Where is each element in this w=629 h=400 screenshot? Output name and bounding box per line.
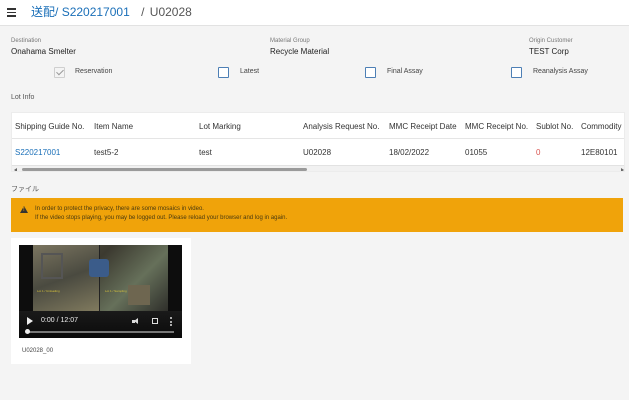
blue-container-shape <box>89 259 109 277</box>
checkbox-icon <box>365 67 376 78</box>
material-group-value: Recycle Material <box>270 47 330 56</box>
play-icon[interactable] <box>27 317 33 325</box>
video-time: 0:00 / 12:07 <box>41 317 78 324</box>
origin-customer-value: TEST Corp <box>529 47 569 56</box>
scrollbar-thumb[interactable] <box>22 168 307 171</box>
warning-icon <box>20 206 28 213</box>
lot-info-table: Shipping Guide No. Item Name Lot Marking… <box>11 112 625 172</box>
files-title: ファイル <box>11 186 39 193</box>
material-group-field: Material Group Recycle Material <box>270 37 329 57</box>
table-cell: test <box>199 148 212 157</box>
shipping-guide-link[interactable]: S220217001 <box>15 148 60 157</box>
scroll-left-icon[interactable] <box>14 168 17 171</box>
breadcrumb-current: U02028 <box>149 5 192 19</box>
breadcrumb: 送配/ S220217001 / U02028 <box>31 4 192 20</box>
more-options-icon[interactable] <box>170 317 172 326</box>
cage-shape <box>41 253 63 279</box>
column-header: Commodity <box>581 122 622 131</box>
column-header: MMC Receipt No. <box>465 122 529 131</box>
table-cell: U02028 <box>303 148 332 157</box>
reanalysis-assay-label: Reanalysis Assay <box>533 68 588 75</box>
warning-line-2: If the video stops playing, you may be l… <box>35 215 288 221</box>
checked-checkbox-icon <box>54 67 65 78</box>
fullscreen-icon[interactable] <box>152 318 158 324</box>
camera-view-left <box>33 245 100 311</box>
table-cell: 18/02/2022 <box>389 148 430 157</box>
destination-label: Destination <box>11 38 42 44</box>
video-player[interactable]: Lot 1 / Unloading Lot 1 / Sampling 0:00 … <box>19 245 182 338</box>
checkbox-icon <box>218 67 229 78</box>
sublot-cell: 0 <box>536 148 541 157</box>
video-controls: 0:00 / 12:07 <box>19 311 182 338</box>
column-header: Sublot No. <box>536 122 574 131</box>
lot-info-title: Lot Info <box>11 94 35 101</box>
warning-line-1: In order to protect the privacy, there a… <box>35 206 204 212</box>
breadcrumb-shipping[interactable]: 送配/ <box>31 5 58 19</box>
final-assay-label: Final Assay <box>387 68 423 75</box>
table-cell: test5-2 <box>94 148 119 157</box>
table-cell: 01055 <box>465 148 488 157</box>
breadcrumb-shipping-guide[interactable]: S220217001 <box>62 5 130 19</box>
video-progress-bar[interactable] <box>25 329 174 334</box>
reservation-label: Reservation <box>75 68 113 75</box>
overlay-tag-right: Lot 1 / Sampling <box>105 289 127 293</box>
origin-customer-label: Origin Customer <box>529 38 573 44</box>
hamburger-menu-icon[interactable] <box>7 8 16 17</box>
checkbox-icon <box>511 67 522 78</box>
video-frame: Lot 1 / Unloading Lot 1 / Sampling <box>33 245 168 311</box>
video-caption: U02028_00 <box>22 348 54 354</box>
privacy-warning-banner: In order to protect the privacy, there a… <box>11 198 623 232</box>
column-header: Analysis Request No. <box>303 122 380 131</box>
column-header: Item Name <box>94 122 134 131</box>
material-group-label: Material Group <box>270 38 310 44</box>
column-header: Shipping Guide No. <box>15 122 85 131</box>
horizontal-scrollbar[interactable] <box>12 165 624 171</box>
latest-label: Latest <box>240 68 260 75</box>
destination-field: Destination Onahama Smelter <box>11 37 76 57</box>
table-cell: 12E80101 <box>581 148 618 157</box>
header-divider <box>12 138 624 139</box>
video-card: Lot 1 / Unloading Lot 1 / Sampling 0:00 … <box>11 238 191 364</box>
material-pile-shape <box>128 285 150 305</box>
breadcrumb-separator: / <box>141 5 145 19</box>
overlay-tag-left: Lot 1 / Unloading <box>37 289 60 293</box>
origin-customer-field: Origin Customer TEST Corp <box>529 37 573 57</box>
progress-knob[interactable] <box>25 329 30 334</box>
column-header: MMC Receipt Date <box>389 122 457 131</box>
scroll-right-icon[interactable] <box>621 168 624 171</box>
column-header: Lot Marking <box>199 122 241 131</box>
volume-icon[interactable] <box>132 318 140 325</box>
top-app-bar: 送配/ S220217001 / U02028 <box>0 0 629 26</box>
destination-value: Onahama Smelter <box>11 47 76 56</box>
